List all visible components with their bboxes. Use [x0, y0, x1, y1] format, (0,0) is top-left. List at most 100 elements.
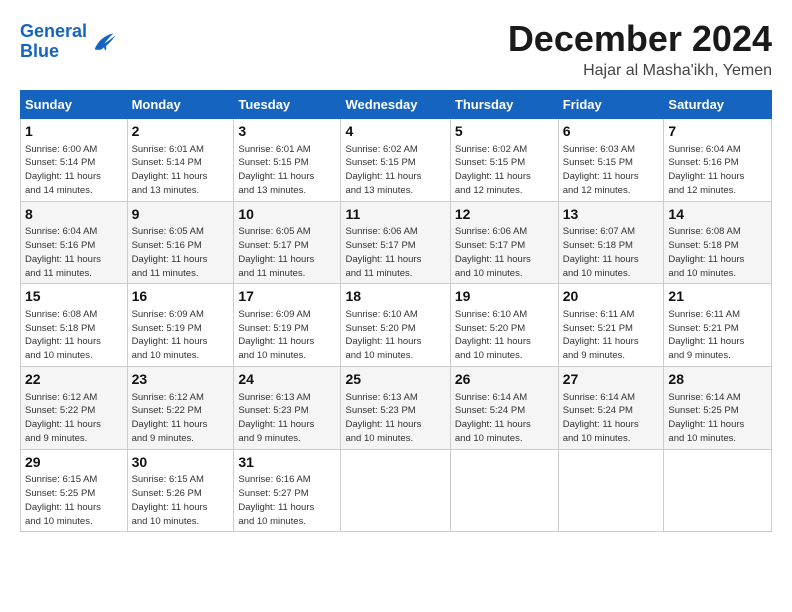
day-info: Sunrise: 6:00 AM Sunset: 5:14 PM Dayligh…: [25, 143, 123, 198]
day-number: 10: [238, 205, 336, 225]
day-cell-10: 10Sunrise: 6:05 AM Sunset: 5:17 PM Dayli…: [234, 201, 341, 284]
day-info: Sunrise: 6:06 AM Sunset: 5:17 PM Dayligh…: [455, 225, 554, 280]
day-info: Sunrise: 6:05 AM Sunset: 5:17 PM Dayligh…: [238, 225, 336, 280]
day-number: 24: [238, 370, 336, 390]
day-cell-2: 2Sunrise: 6:01 AM Sunset: 5:14 PM Daylig…: [127, 119, 234, 202]
day-info: Sunrise: 6:05 AM Sunset: 5:16 PM Dayligh…: [132, 225, 230, 280]
day-info: Sunrise: 6:13 AM Sunset: 5:23 PM Dayligh…: [345, 391, 445, 446]
day-cell-16: 16Sunrise: 6:09 AM Sunset: 5:19 PM Dayli…: [127, 284, 234, 367]
day-cell-5: 5Sunrise: 6:02 AM Sunset: 5:15 PM Daylig…: [450, 119, 558, 202]
day-info: Sunrise: 6:12 AM Sunset: 5:22 PM Dayligh…: [132, 391, 230, 446]
col-header-saturday: Saturday: [664, 91, 772, 119]
calendar-table: SundayMondayTuesdayWednesdayThursdayFrid…: [20, 90, 772, 532]
week-row-4: 22Sunrise: 6:12 AM Sunset: 5:22 PM Dayli…: [21, 366, 772, 449]
day-cell-13: 13Sunrise: 6:07 AM Sunset: 5:18 PM Dayli…: [558, 201, 664, 284]
day-cell-21: 21Sunrise: 6:11 AM Sunset: 5:21 PM Dayli…: [664, 284, 772, 367]
day-info: Sunrise: 6:11 AM Sunset: 5:21 PM Dayligh…: [668, 308, 767, 363]
day-number: 26: [455, 370, 554, 390]
week-row-3: 15Sunrise: 6:08 AM Sunset: 5:18 PM Dayli…: [21, 284, 772, 367]
week-row-5: 29Sunrise: 6:15 AM Sunset: 5:25 PM Dayli…: [21, 449, 772, 532]
day-number: 15: [25, 287, 123, 307]
week-row-1: 1Sunrise: 6:00 AM Sunset: 5:14 PM Daylig…: [21, 119, 772, 202]
day-cell-9: 9Sunrise: 6:05 AM Sunset: 5:16 PM Daylig…: [127, 201, 234, 284]
day-cell-26: 26Sunrise: 6:14 AM Sunset: 5:24 PM Dayli…: [450, 366, 558, 449]
day-number: 12: [455, 205, 554, 225]
day-number: 22: [25, 370, 123, 390]
col-header-friday: Friday: [558, 91, 664, 119]
day-info: Sunrise: 6:02 AM Sunset: 5:15 PM Dayligh…: [345, 143, 445, 198]
day-cell-12: 12Sunrise: 6:06 AM Sunset: 5:17 PM Dayli…: [450, 201, 558, 284]
day-info: Sunrise: 6:15 AM Sunset: 5:25 PM Dayligh…: [25, 473, 123, 528]
day-info: Sunrise: 6:10 AM Sunset: 5:20 PM Dayligh…: [455, 308, 554, 363]
day-cell-6: 6Sunrise: 6:03 AM Sunset: 5:15 PM Daylig…: [558, 119, 664, 202]
logo: GeneralBlue: [20, 22, 117, 62]
day-info: Sunrise: 6:09 AM Sunset: 5:19 PM Dayligh…: [238, 308, 336, 363]
empty-cell: [558, 449, 664, 532]
col-header-tuesday: Tuesday: [234, 91, 341, 119]
day-number: 1: [25, 122, 123, 142]
day-number: 19: [455, 287, 554, 307]
day-number: 3: [238, 122, 336, 142]
day-cell-29: 29Sunrise: 6:15 AM Sunset: 5:25 PM Dayli…: [21, 449, 128, 532]
empty-cell: [450, 449, 558, 532]
day-number: 11: [345, 205, 445, 225]
day-info: Sunrise: 6:08 AM Sunset: 5:18 PM Dayligh…: [25, 308, 123, 363]
day-cell-18: 18Sunrise: 6:10 AM Sunset: 5:20 PM Dayli…: [341, 284, 450, 367]
day-cell-30: 30Sunrise: 6:15 AM Sunset: 5:26 PM Dayli…: [127, 449, 234, 532]
day-number: 21: [668, 287, 767, 307]
day-info: Sunrise: 6:01 AM Sunset: 5:15 PM Dayligh…: [238, 143, 336, 198]
day-info: Sunrise: 6:14 AM Sunset: 5:25 PM Dayligh…: [668, 391, 767, 446]
day-cell-28: 28Sunrise: 6:14 AM Sunset: 5:25 PM Dayli…: [664, 366, 772, 449]
day-info: Sunrise: 6:03 AM Sunset: 5:15 PM Dayligh…: [563, 143, 660, 198]
empty-cell: [664, 449, 772, 532]
day-number: 23: [132, 370, 230, 390]
day-number: 7: [668, 122, 767, 142]
day-number: 6: [563, 122, 660, 142]
day-info: Sunrise: 6:02 AM Sunset: 5:15 PM Dayligh…: [455, 143, 554, 198]
day-info: Sunrise: 6:08 AM Sunset: 5:18 PM Dayligh…: [668, 225, 767, 280]
logo-text: GeneralBlue: [20, 22, 87, 62]
day-cell-24: 24Sunrise: 6:13 AM Sunset: 5:23 PM Dayli…: [234, 366, 341, 449]
header-area: GeneralBlue December 2024 Hajar al Masha…: [20, 18, 772, 80]
day-number: 31: [238, 453, 336, 473]
day-number: 9: [132, 205, 230, 225]
day-number: 27: [563, 370, 660, 390]
day-info: Sunrise: 6:10 AM Sunset: 5:20 PM Dayligh…: [345, 308, 445, 363]
week-row-2: 8Sunrise: 6:04 AM Sunset: 5:16 PM Daylig…: [21, 201, 772, 284]
location-title: Hajar al Masha'ikh, Yemen: [508, 62, 772, 80]
day-info: Sunrise: 6:11 AM Sunset: 5:21 PM Dayligh…: [563, 308, 660, 363]
logo-bird-icon: [89, 28, 117, 56]
day-info: Sunrise: 6:09 AM Sunset: 5:19 PM Dayligh…: [132, 308, 230, 363]
day-number: 13: [563, 205, 660, 225]
day-info: Sunrise: 6:07 AM Sunset: 5:18 PM Dayligh…: [563, 225, 660, 280]
day-cell-11: 11Sunrise: 6:06 AM Sunset: 5:17 PM Dayli…: [341, 201, 450, 284]
day-cell-1: 1Sunrise: 6:00 AM Sunset: 5:14 PM Daylig…: [21, 119, 128, 202]
title-area: December 2024 Hajar al Masha'ikh, Yemen: [508, 18, 772, 80]
day-number: 14: [668, 205, 767, 225]
day-number: 25: [345, 370, 445, 390]
col-header-sunday: Sunday: [21, 91, 128, 119]
day-cell-7: 7Sunrise: 6:04 AM Sunset: 5:16 PM Daylig…: [664, 119, 772, 202]
day-cell-17: 17Sunrise: 6:09 AM Sunset: 5:19 PM Dayli…: [234, 284, 341, 367]
day-info: Sunrise: 6:04 AM Sunset: 5:16 PM Dayligh…: [25, 225, 123, 280]
day-info: Sunrise: 6:14 AM Sunset: 5:24 PM Dayligh…: [455, 391, 554, 446]
header-row: SundayMondayTuesdayWednesdayThursdayFrid…: [21, 91, 772, 119]
day-number: 29: [25, 453, 123, 473]
day-info: Sunrise: 6:06 AM Sunset: 5:17 PM Dayligh…: [345, 225, 445, 280]
day-cell-4: 4Sunrise: 6:02 AM Sunset: 5:15 PM Daylig…: [341, 119, 450, 202]
page: GeneralBlue December 2024 Hajar al Masha…: [0, 0, 792, 542]
day-cell-23: 23Sunrise: 6:12 AM Sunset: 5:22 PM Dayli…: [127, 366, 234, 449]
day-info: Sunrise: 6:13 AM Sunset: 5:23 PM Dayligh…: [238, 391, 336, 446]
day-number: 4: [345, 122, 445, 142]
day-number: 17: [238, 287, 336, 307]
day-number: 30: [132, 453, 230, 473]
day-info: Sunrise: 6:04 AM Sunset: 5:16 PM Dayligh…: [668, 143, 767, 198]
month-title: December 2024: [508, 18, 772, 60]
day-number: 5: [455, 122, 554, 142]
day-info: Sunrise: 6:01 AM Sunset: 5:14 PM Dayligh…: [132, 143, 230, 198]
day-cell-22: 22Sunrise: 6:12 AM Sunset: 5:22 PM Dayli…: [21, 366, 128, 449]
day-info: Sunrise: 6:12 AM Sunset: 5:22 PM Dayligh…: [25, 391, 123, 446]
day-number: 28: [668, 370, 767, 390]
day-cell-27: 27Sunrise: 6:14 AM Sunset: 5:24 PM Dayli…: [558, 366, 664, 449]
day-info: Sunrise: 6:15 AM Sunset: 5:26 PM Dayligh…: [132, 473, 230, 528]
